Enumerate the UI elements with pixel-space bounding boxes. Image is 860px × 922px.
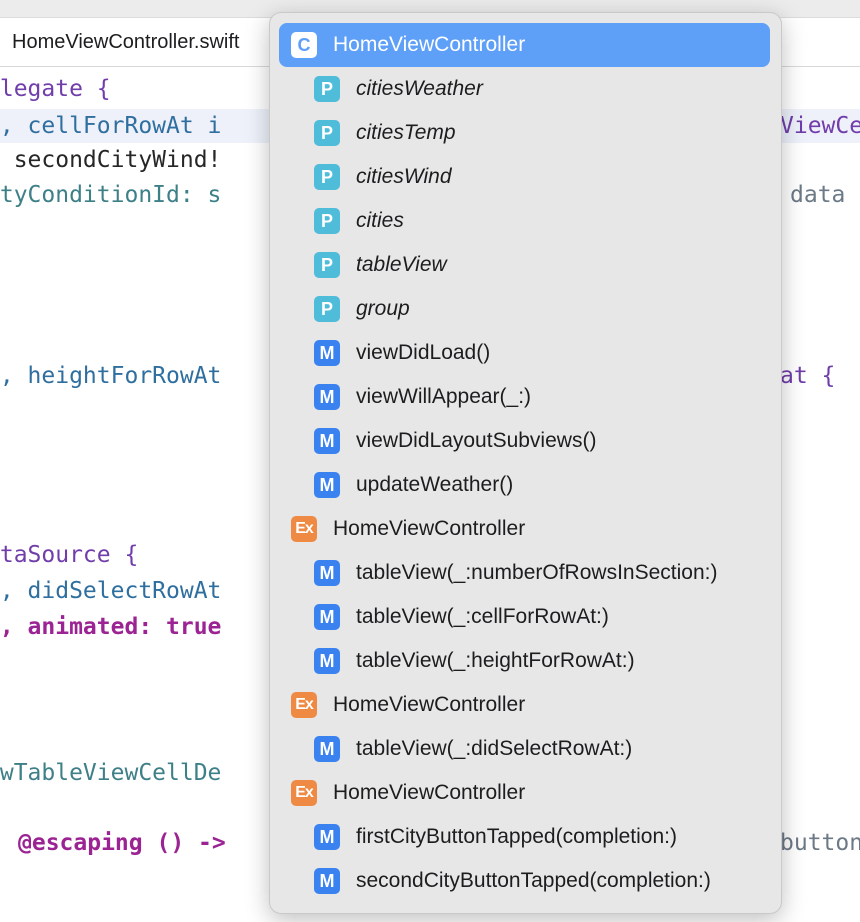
extension-icon: Ex xyxy=(291,516,317,542)
symbol-item-method[interactable]: M viewDidLoad() xyxy=(314,331,490,375)
code-line: w, cellForRowAt i xyxy=(0,113,222,139)
symbol-item-extension[interactable]: Ex HomeViewController xyxy=(291,507,525,551)
symbol-item-property[interactable]: P cities xyxy=(314,199,404,243)
symbol-item-method[interactable]: M viewWillAppear(_:) xyxy=(314,375,531,419)
property-icon: P xyxy=(314,76,340,102)
symbol-navigator-popup: C HomeViewController P citiesWeather P c… xyxy=(269,12,782,914)
extension-icon: Ex xyxy=(291,692,317,718)
method-icon: M xyxy=(314,648,340,674)
file-tab-title[interactable]: HomeViewController.swift xyxy=(12,31,240,54)
symbol-item-class[interactable]: C HomeViewController xyxy=(279,23,770,67)
symbol-item-method[interactable]: M firstCityButtonTapped(completion:) xyxy=(314,815,677,859)
method-icon: M xyxy=(314,604,340,630)
symbol-item-extension[interactable]: Ex HomeViewController xyxy=(291,683,525,727)
method-icon: M xyxy=(314,736,340,762)
property-icon: P xyxy=(314,208,340,234)
property-icon: P xyxy=(314,164,340,190)
symbol-item-method[interactable]: M tableView(_:cellForRowAt:) xyxy=(314,595,609,639)
method-icon: M xyxy=(314,824,340,850)
code-line-fragment: at { xyxy=(780,363,836,389)
code-line-fragment: data xyxy=(790,182,846,208)
symbol-item-method[interactable]: M tableView(_:heightForRowAt:) xyxy=(314,639,635,683)
method-icon: M xyxy=(314,340,340,366)
extension-icon: Ex xyxy=(291,780,317,806)
code-line: ataSource { xyxy=(0,542,139,568)
symbol-item-property[interactable]: P citiesTemp xyxy=(314,111,456,155)
symbol-item-method[interactable]: M viewDidLayoutSubviews() xyxy=(314,419,596,463)
code-line-fragment: button xyxy=(780,830,860,856)
code-line: w, didSelectRowAt xyxy=(0,578,222,604)
symbol-item-property[interactable]: P group xyxy=(314,287,410,331)
property-icon: P xyxy=(314,296,340,322)
class-icon: C xyxy=(291,32,317,58)
method-icon: M xyxy=(314,428,340,454)
method-icon: M xyxy=(314,560,340,586)
code-line: w, heightForRowAt xyxy=(0,363,222,389)
property-icon: P xyxy=(314,252,340,278)
symbol-item-method[interactable]: M secondCityButtonTapped(completion:) xyxy=(314,859,711,903)
method-icon: M xyxy=(314,868,340,894)
code-line: h, animated: true xyxy=(0,614,222,640)
code-line: elegate { xyxy=(0,76,111,102)
method-icon: M xyxy=(314,384,340,410)
symbol-item-property[interactable]: P tableView xyxy=(314,243,447,287)
code-line: ewTableViewCellDe xyxy=(0,760,222,786)
symbol-item-method[interactable]: M updateWeather() xyxy=(314,463,513,507)
symbol-item-method[interactable]: M tableView(_:didSelectRowAt:) xyxy=(314,727,632,771)
code-line: ityConditionId: s xyxy=(0,182,222,208)
property-icon: P xyxy=(314,120,340,146)
code-line-fragment: ViewCe xyxy=(780,113,860,139)
code-line: @escaping () -> xyxy=(18,830,226,856)
method-icon: M xyxy=(314,472,340,498)
symbol-item-extension[interactable]: Ex HomeViewController xyxy=(291,771,525,815)
symbol-item-property[interactable]: P citiesWind xyxy=(314,155,452,199)
symbol-item-method[interactable]: M tableView(_:numberOfRowsInSection:) xyxy=(314,551,717,595)
code-line: : secondCityWind! xyxy=(0,147,222,173)
symbol-item-property[interactable]: P citiesWeather xyxy=(314,67,483,111)
